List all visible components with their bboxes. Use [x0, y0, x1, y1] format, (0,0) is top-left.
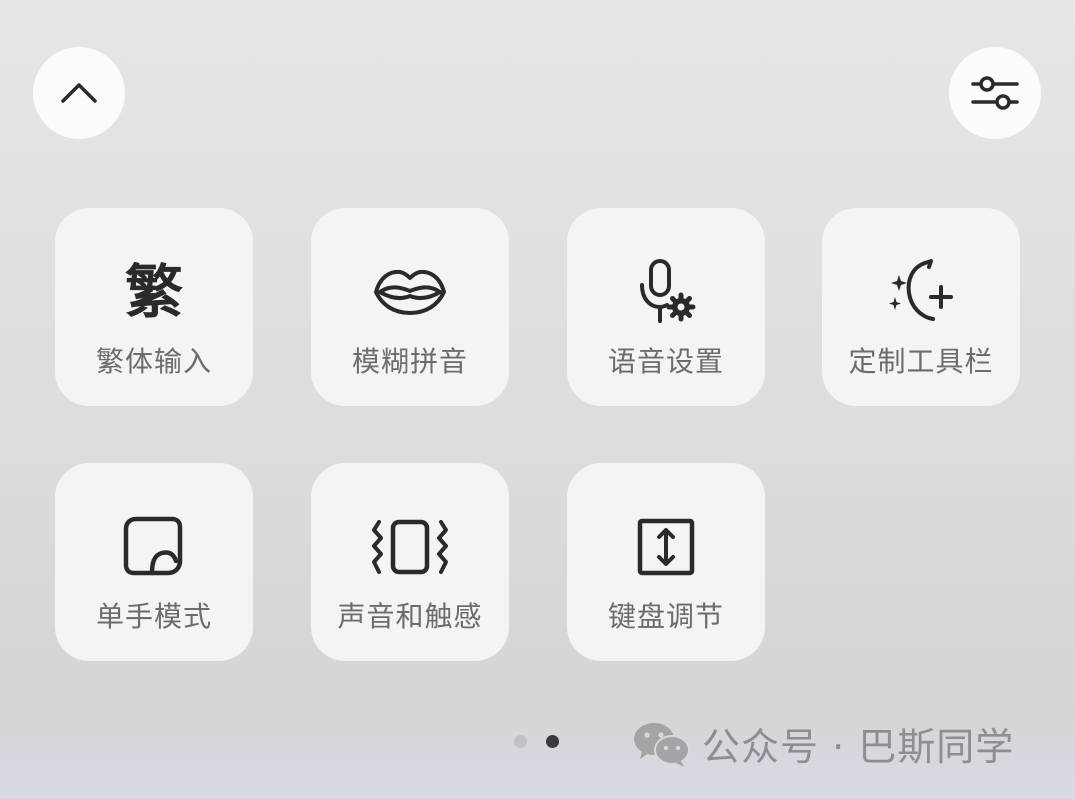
tile-label: 语音设置 [607, 345, 724, 378]
lips-icon [374, 269, 446, 315]
resize-vertical-icon [637, 518, 695, 576]
wechat-icon [634, 722, 690, 767]
vibrate-icon [372, 519, 448, 575]
tile-label: 单手模式 [95, 600, 212, 633]
tile-label: 定制工具栏 [848, 345, 994, 378]
tile-customize-toolbar[interactable]: 定制工具栏 [822, 208, 1020, 406]
tile-fuzzy-pinyin[interactable]: 模糊拼音 [311, 208, 509, 406]
moon-sparkle-plus-icon [889, 259, 953, 321]
collapse-button[interactable] [33, 47, 125, 139]
traditional-char-icon: 繁 [124, 258, 183, 326]
page-dot-2[interactable] [546, 735, 559, 748]
tile-label: 声音和触感 [337, 600, 483, 633]
tile-label: 键盘调节 [607, 600, 724, 633]
watermark: 公众号 · 巴斯同学 [632, 716, 1014, 771]
tile-traditional-input[interactable]: 繁 繁体输入 [55, 208, 253, 406]
page-dot-1[interactable] [514, 735, 527, 748]
tile-voice-settings[interactable]: 语音设置 [567, 208, 765, 406]
sliders-icon [971, 76, 1019, 110]
tile-sound-haptics[interactable]: 声音和触感 [311, 463, 509, 661]
mic-gear-icon [640, 259, 696, 323]
keyboard-toolbar-panel: 繁 繁体输入 模糊拼音 语音设置 定制工具栏 单手模式 声音和触感 键盘调节 公… [0, 0, 1075, 799]
chevron-up-icon [61, 83, 97, 103]
tile-label: 模糊拼音 [351, 345, 468, 378]
settings-button[interactable] [949, 47, 1041, 139]
tile-one-hand-mode[interactable]: 单手模式 [55, 463, 253, 661]
tile-keyboard-adjust[interactable]: 键盘调节 [567, 463, 765, 661]
watermark-text: 公众号 · 巴斯同学 [702, 725, 1015, 769]
one-hand-icon [123, 516, 183, 576]
tile-label: 繁体输入 [95, 345, 212, 378]
page-indicator [514, 735, 559, 748]
